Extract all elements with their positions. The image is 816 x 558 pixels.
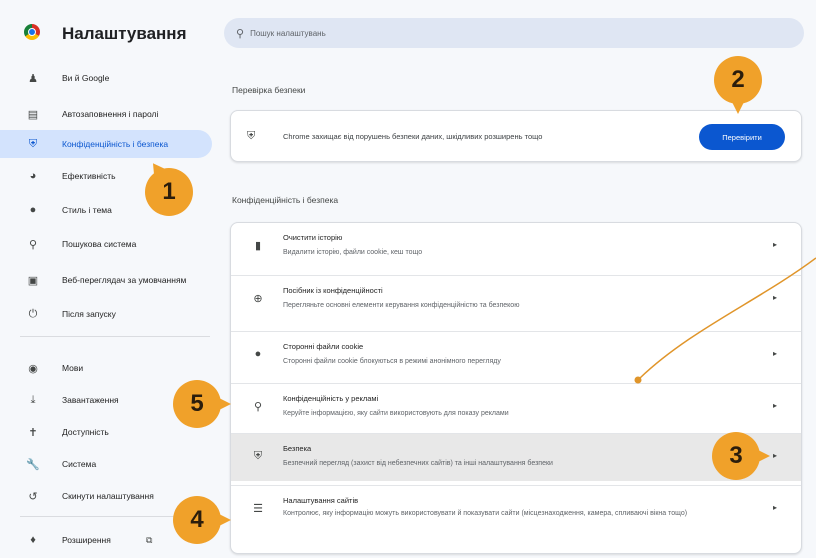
- trash-icon: ▮: [254, 240, 262, 252]
- row-title: Посібник із конфіденційності: [283, 286, 383, 295]
- sliders-icon: ☰: [253, 503, 263, 515]
- callout-badge-3: 3: [712, 432, 770, 480]
- row-title: Сторонні файли cookie: [283, 342, 364, 351]
- ad-privacy-icon: ⚲: [253, 401, 263, 413]
- chevron-right-icon: ▸: [772, 401, 777, 410]
- security-icon: ⛨: [253, 450, 263, 462]
- callout-badge-5: 5: [173, 380, 231, 428]
- cookie-icon: ●: [254, 348, 262, 360]
- sidebar-item-label: Мови: [62, 363, 84, 373]
- row-subtitle: Контролює, яку інформацію можуть викорис…: [283, 510, 688, 517]
- sidebar-item-label: Автозаповнення і паролі: [62, 109, 159, 119]
- sidebar-item-default-browser[interactable]: ▣ Веб-переглядач за умовчанням: [0, 266, 212, 294]
- shield-icon: ⛨: [247, 129, 256, 142]
- callout-badge-1: 1: [145, 168, 193, 216]
- chrome-logo-icon: [24, 24, 40, 40]
- callout-badge-2: 2: [714, 56, 762, 114]
- row-subtitle: Керуйте інформацією, яку сайти використо…: [283, 410, 509, 417]
- sidebar-item-accessibility[interactable]: ✝ Доступність: [0, 418, 212, 446]
- site-settings-row[interactable]: ☰ Налаштування сайтів Контролює, яку інф…: [231, 485, 801, 539]
- safety-check-heading: Перевірка безпеки: [232, 85, 306, 95]
- sidebar-item-privacy[interactable]: ⛨ Конфіденційність і безпека: [0, 130, 212, 158]
- privacy-guide-row[interactable]: ⊕ Посібник із конфіденційності Переглянь…: [231, 275, 801, 323]
- safety-check-text: Chrome захищає від порушень безпеки дани…: [283, 131, 543, 141]
- browser-icon: ▣: [27, 274, 39, 287]
- accessibility-icon: ✝: [28, 426, 38, 439]
- clipboard-icon: ▤: [27, 108, 39, 121]
- sidebar-item-search-engine[interactable]: ⚲ Пошукова система: [0, 230, 212, 258]
- callout-badge-4: 4: [173, 496, 231, 544]
- privacy-heading: Конфіденційність і безпека: [232, 195, 339, 205]
- open-external-icon: ⧉: [146, 534, 153, 545]
- sidebar-item-label: Скинути налаштування: [62, 491, 154, 501]
- sidebar-divider: [20, 336, 210, 337]
- wrench-icon: 🔧: [26, 458, 40, 471]
- row-subtitle: Видалити історію, файли cookie, кеш тощо: [283, 249, 423, 256]
- chevron-right-icon: ▸: [772, 503, 777, 512]
- sidebar-item-label: Веб-переглядач за умовчанням: [62, 275, 187, 285]
- sidebar-item-system[interactable]: 🔧 Система: [0, 450, 212, 478]
- check-now-button[interactable]: Перевірити: [699, 124, 785, 150]
- privacy-card: ▮ Очистити історію Видалити історію, фай…: [230, 222, 802, 554]
- sidebar-item-you-and-google[interactable]: ♟ Ви й Google: [0, 64, 212, 92]
- search-bar[interactable]: ⚲: [224, 18, 804, 48]
- chevron-right-icon: ▸: [772, 349, 777, 358]
- search-icon: ⚲: [28, 238, 38, 251]
- sidebar-item-label: Пошукова система: [62, 239, 137, 249]
- globe-icon: ◉: [28, 362, 38, 375]
- page-title: Налаштування: [62, 24, 187, 43]
- row-subtitle: Перегляньте основні елементи керування к…: [283, 302, 520, 309]
- third-party-cookies-row[interactable]: ● Сторонні файли cookie Сторонні файли c…: [231, 331, 801, 379]
- safety-check-card: ⛨ Chrome захищає від порушень безпеки да…: [230, 110, 802, 162]
- search-input[interactable]: [250, 28, 751, 38]
- palette-icon: ●: [29, 204, 37, 216]
- clear-history-row[interactable]: ▮ Очистити історію Видалити історію, фай…: [231, 223, 801, 271]
- row-title: Безпека: [283, 444, 312, 453]
- sidebar-item-label: Ви й Google: [62, 73, 110, 83]
- row-subtitle: Безпечний перегляд (захист від небезпечн…: [283, 460, 553, 467]
- row-title: Очистити історію: [283, 233, 343, 242]
- row-subtitle: Сторонні файли cookie блокуються в режим…: [283, 358, 501, 365]
- shield-icon: ⛨: [28, 137, 38, 150]
- search-icon: ⚲: [236, 27, 245, 40]
- ad-privacy-row[interactable]: ⚲ Конфіденційність у рекламі Керуйте інф…: [231, 383, 801, 431]
- row-title: Налаштування сайтів: [283, 496, 359, 505]
- chevron-right-icon: ▸: [772, 240, 777, 249]
- sidebar-item-autofill[interactable]: ▤ Автозаповнення і паролі: [0, 100, 212, 128]
- power-icon: ⏻: [28, 307, 38, 320]
- sidebar-item-label: Доступність: [62, 427, 109, 437]
- sidebar-item-on-startup[interactable]: ⏻ Після запуску: [0, 300, 212, 328]
- speedometer-icon: ◕: [29, 170, 37, 182]
- add-circle-icon: ⊕: [253, 293, 263, 305]
- download-icon: ⤓: [30, 393, 36, 406]
- chevron-right-icon: ▸: [772, 293, 777, 302]
- person-icon: ♟: [28, 72, 38, 85]
- reset-icon: ↺: [28, 490, 38, 503]
- puzzle-icon: ♦: [30, 534, 36, 546]
- sidebar-item-label: Конфіденційність і безпека: [62, 139, 169, 149]
- settings-window: Налаштування ⚲ ♟ Ви й Google ▤ Автозапов…: [0, 0, 816, 558]
- row-title: Конфіденційність у рекламі: [283, 394, 379, 403]
- chevron-right-icon: ▸: [772, 451, 777, 460]
- sidebar-item-label: Система: [62, 459, 97, 469]
- sidebar-item-languages[interactable]: ◉ Мови: [0, 354, 212, 382]
- sidebar-item-label: Після запуску: [62, 309, 116, 319]
